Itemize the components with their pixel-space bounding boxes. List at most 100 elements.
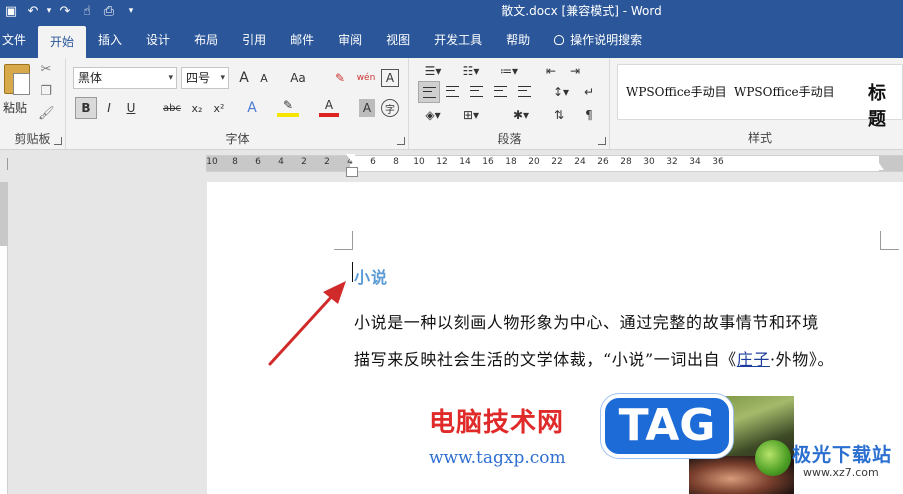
watermark-site-name: 电脑技术网 [429,408,565,438]
tab-review[interactable]: 审阅 [326,22,374,58]
character-border-button[interactable]: A [381,69,399,87]
justify-button[interactable] [490,81,512,103]
font-size-select[interactable]: 四号 ▾ [181,67,229,89]
vertical-ruler-margin [0,182,8,246]
align-right-icon [470,86,483,97]
document-heading[interactable]: 小说 [354,264,388,288]
numbering-button[interactable]: ☷▾ [456,60,486,82]
align-left-icon [423,87,436,98]
format-painter-icon[interactable]: 🖌 [38,106,55,122]
paragraph-launcher-icon[interactable] [598,137,606,145]
paragraph-text: ·外物》。 [769,350,835,369]
tell-me-search[interactable]: 操作说明搜索 [542,22,654,58]
clear-formatting-button[interactable]: ✎ [331,67,349,89]
ruler-tick: 2 [301,157,307,167]
clipboard-launcher-icon[interactable] [54,137,62,145]
chevron-down-icon: ▾ [168,73,173,83]
font-launcher-icon[interactable] [397,137,405,145]
margin-corner-top-right [880,231,899,250]
paste-button[interactable]: 粘贴 [0,96,30,118]
change-case-button[interactable]: Aa [281,67,315,89]
ruler-tick: 10 [413,157,425,167]
copy-icon[interactable]: ❐ [38,84,54,100]
zhuangzi-link[interactable]: 庄子 [737,350,770,369]
xz-logo-icon [755,440,791,476]
ruler-tick: 14 [459,157,471,167]
paste-icon[interactable] [4,64,30,95]
align-left-button[interactable] [418,81,440,103]
font-color-button[interactable]: A [319,97,339,117]
right-indent-marker[interactable] [874,163,884,170]
chinese-layout-button[interactable]: ✱▾ [506,104,536,126]
character-shading-button[interactable]: A [359,99,375,117]
paragraph-text: 描写来反映社会生活的文学体裁，“小说”一词出自《 [354,350,737,369]
bold-button[interactable]: B [75,97,97,119]
horizontal-ruler[interactable]: 10 8 6 4 2 2 4 6 8 10 12 14 16 18 20 22 24 26 28 30 32 34 36 [206,154,903,177]
text-cursor [352,262,353,282]
font-name-select[interactable]: 黑体 ▾ [73,67,177,89]
tab-view[interactable]: 视图 [374,22,422,58]
paragraph-line-1: 小说是一种以刻画人物形象为中心、通过完整的故事情节和环境 [354,313,819,332]
multilevel-list-button[interactable]: ≔▾ [494,60,524,82]
cut-icon[interactable]: ✂ [38,62,54,78]
document-title: 散文.docx [兼容模式] - Word [501,4,662,18]
paragraph-group: ☰▾ ☷▾ ≔▾ ⇤ ⇥ ↕▾ ↵ ◈▾ ⊞▾ ✱▾ ⇅ ¶ 段落 [410,58,610,150]
paragraph-line-2: 描写来反映社会生活的文学体裁，“小说”一词出自《庄子·外物》。 [354,341,894,378]
ruler-tick: 30 [643,157,655,167]
distributed-button[interactable] [514,81,536,103]
grow-font-button[interactable]: A [235,67,253,89]
line-spacing-button[interactable]: ↕▾ [546,81,576,103]
strikethrough-button[interactable]: abc [159,97,185,119]
tab-layout[interactable]: 布局 [182,22,230,58]
highlight-color-button[interactable]: ✎ [277,97,299,117]
style-item[interactable]: WPSOffice手动目 [626,83,727,100]
subscript-button[interactable]: x₂ [187,97,207,119]
ruler-tick: 2 [324,157,330,167]
style-item[interactable]: WPSOffice手动目 [734,83,835,100]
document-page[interactable]: 小说 小说是一种以刻画人物形象为中心、通过完整的故事情节和环境 描写来反映社会生… [207,182,903,494]
tab-selector-icon[interactable] [0,158,8,170]
tab-design[interactable]: 设计 [134,22,182,58]
underline-button[interactable]: U [121,97,141,119]
enclose-characters-button[interactable]: 字 [381,99,399,117]
align-right-button[interactable] [466,81,488,103]
borders-button[interactable]: ⊞▾ [456,104,486,126]
watermark-site-url: www.tagxp.com [429,448,566,468]
indent-marker[interactable] [346,154,358,178]
bullets-button[interactable]: ☰▾ [418,60,448,82]
tab-developer[interactable]: 开发工具 [422,22,494,58]
tag-logo: TAG [601,394,733,458]
ribbon: 粘贴 ✂ ❐ 🖌 剪贴板 黑体 ▾ 四号 ▾ A A Aa ✎ wén A B I … [0,58,903,150]
sort-button[interactable]: ⇅ [548,104,570,126]
font-group-label: 字体 [225,132,250,146]
tab-references[interactable]: 引用 [230,22,278,58]
ruler-tick: 22 [551,157,563,167]
tab-insert[interactable]: 插入 [86,22,134,58]
text-effects-button[interactable]: A [241,97,263,119]
style-title[interactable]: 标题 [868,79,902,131]
shading-button[interactable]: ◈▾ [418,104,448,126]
show-marks-button[interactable]: ¶ [578,104,600,126]
tab-mailings[interactable]: 邮件 [278,22,326,58]
italic-button[interactable]: I [99,97,119,119]
paragraph-group-label: 段落 [497,132,522,146]
decrease-indent-button[interactable]: ⇤ [540,60,562,82]
ruler-tick: 32 [666,157,678,167]
ruler-tick: 20 [528,157,540,167]
text-direction-button[interactable]: ↵ [578,81,600,103]
document-paragraph[interactable]: 小说是一种以刻画人物形象为中心、通过完整的故事情节和环境 描写来反映社会生活的文… [354,304,894,378]
distributed-icon [518,86,531,97]
shrink-font-button[interactable]: A [255,67,273,89]
ribbon-tabs: 文件 开始 插入 设计 布局 引用 邮件 审阅 视图 开发工具 帮助 操作说明搜… [0,22,903,58]
tab-help[interactable]: 帮助 [494,22,542,58]
tab-file[interactable]: 文件 [0,22,38,58]
ruler-tick: 4 [278,157,284,167]
vertical-ruler[interactable] [0,182,8,494]
align-center-button[interactable] [442,81,464,103]
phonetic-guide-button[interactable]: wén [355,67,377,89]
increase-indent-button[interactable]: ⇥ [564,60,586,82]
styles-group-label: 样式 [747,131,772,145]
tab-home[interactable]: 开始 [38,26,87,58]
ruler-tick: 6 [255,157,261,167]
superscript-button[interactable]: x² [209,97,229,119]
